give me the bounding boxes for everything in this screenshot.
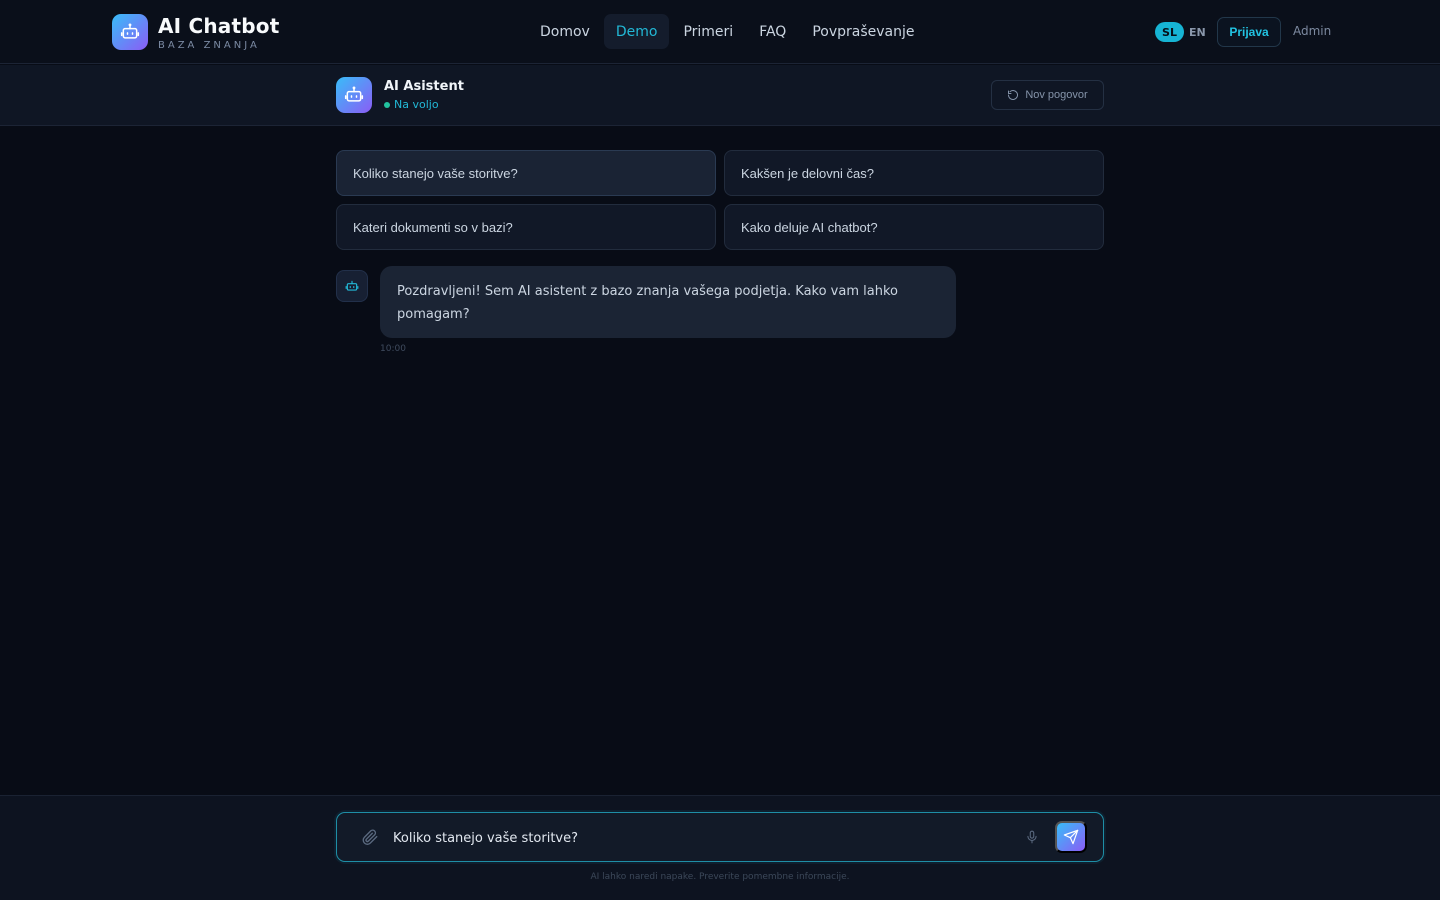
bot-name: AI Asistent <box>384 79 464 94</box>
status-label: Na voljo <box>394 98 439 111</box>
nav-item-primeri[interactable]: Primeri <box>671 14 745 49</box>
new-chat-button[interactable]: Nov pogovor <box>991 80 1104 110</box>
message-composer <box>336 812 1104 862</box>
suggestion-chip[interactable]: Kakšen je delovni čas? <box>724 150 1104 196</box>
language-switcher: SL EN <box>1155 22 1206 42</box>
attach-button[interactable] <box>361 828 379 850</box>
status-dot-icon <box>384 101 390 108</box>
robot-icon <box>345 280 359 291</box>
microphone-icon <box>1027 830 1037 844</box>
admin-link[interactable]: Admin <box>1293 24 1331 38</box>
new-chat-label: Nov pogovor <box>1025 89 1088 101</box>
login-button[interactable]: Prijava <box>1217 17 1281 47</box>
message-bot-avatar <box>336 270 368 302</box>
logo[interactable] <box>112 14 148 50</box>
bot-message-bubble: Pozdravljeni! Sem AI asistent z bazo zna… <box>380 266 956 338</box>
bot-status: Na voljo <box>384 98 439 111</box>
suggestion-chip[interactable]: Kako deluje AI chatbot? <box>724 204 1104 250</box>
nav-item-demo[interactable]: Demo <box>603 14 670 49</box>
nav-item-povprasevanje[interactable]: Povpraševanje <box>800 14 926 49</box>
bot-avatar <box>336 77 372 113</box>
ai-disclaimer: AI lahko naredi napake. Preverite pomemb… <box>590 872 850 882</box>
paperclip-icon <box>362 829 378 845</box>
refresh-icon <box>1008 90 1019 100</box>
lang-en-button[interactable]: EN <box>1189 26 1206 39</box>
brand-title: AI Chatbot <box>158 14 280 38</box>
send-button[interactable] <box>1055 821 1087 853</box>
suggestion-chip[interactable]: Kateri dokumenti so v bazi? <box>336 204 716 250</box>
mic-button[interactable] <box>1025 828 1039 850</box>
lang-sl-button[interactable]: SL <box>1155 22 1184 42</box>
message-timestamp: 10:00 <box>380 344 406 354</box>
main-nav: Domov Demo Primeri FAQ Povpraševanje <box>528 14 929 49</box>
send-icon <box>1063 829 1079 845</box>
message-input[interactable] <box>393 826 1013 850</box>
chat-header: AI Asistent Na voljo Nov pogovor <box>0 65 1440 126</box>
top-navbar: AI Chatbot BAZA ZNANJA Domov Demo Primer… <box>0 0 1440 64</box>
nav-item-domov[interactable]: Domov <box>528 14 602 49</box>
composer-area: AI lahko naredi napake. Preverite pomemb… <box>0 795 1440 900</box>
suggestion-chip[interactable]: Koliko stanejo vaše storitve? <box>336 150 716 196</box>
brand-subtitle: BAZA ZNANJA <box>158 40 260 51</box>
robot-icon <box>344 86 364 102</box>
robot-icon <box>120 23 140 39</box>
nav-item-faq[interactable]: FAQ <box>747 14 798 49</box>
